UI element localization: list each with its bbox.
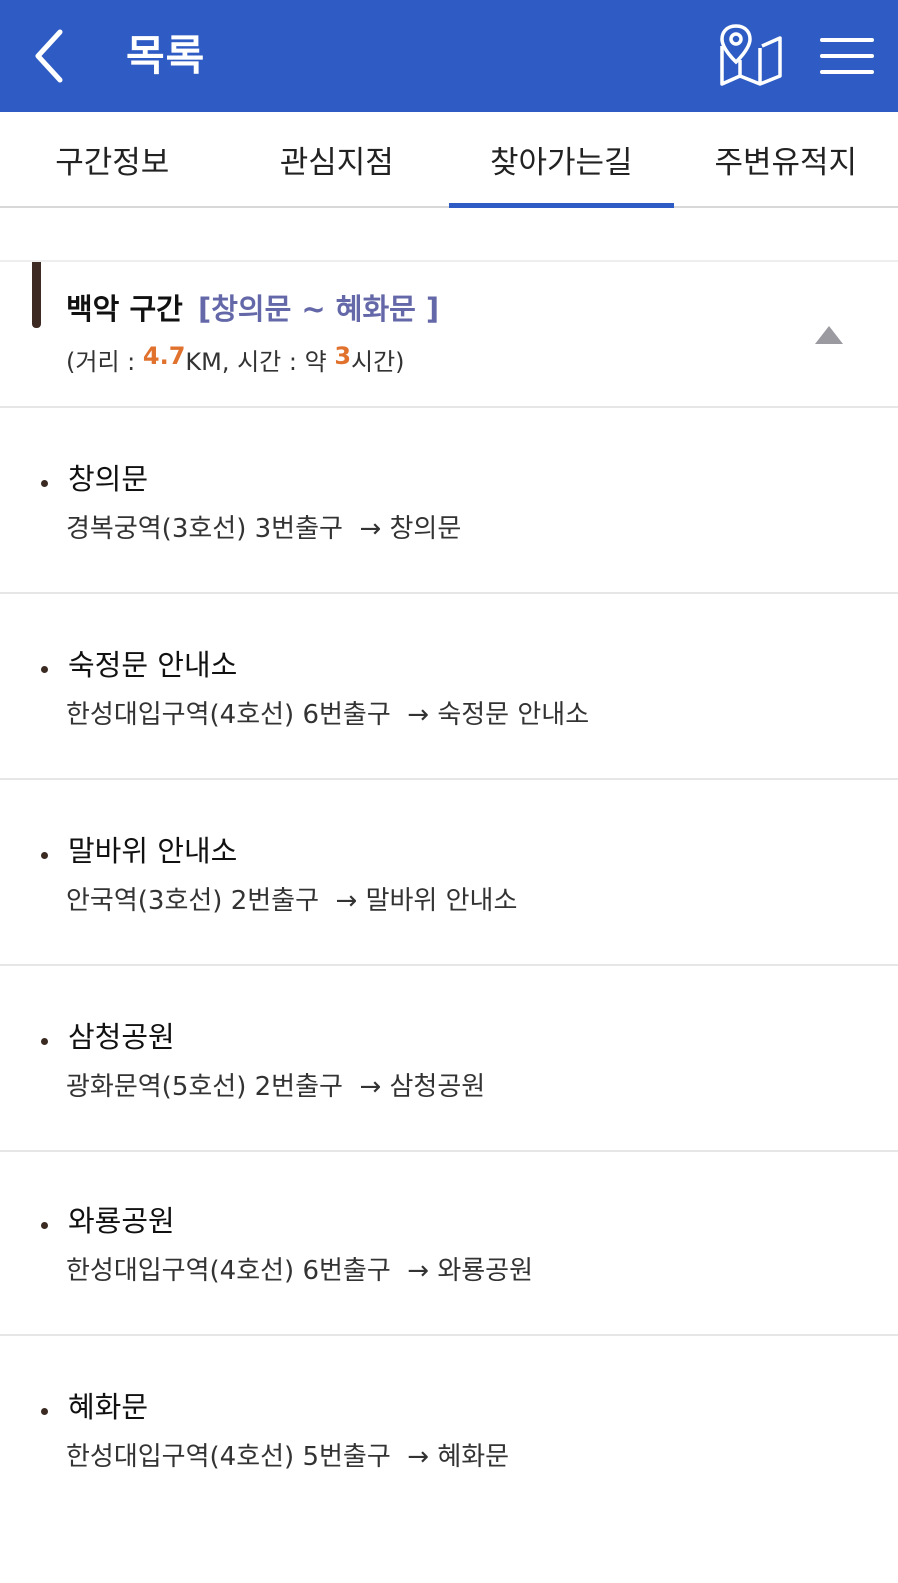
map-pin-icon bbox=[720, 24, 782, 86]
bullet bbox=[41, 1408, 48, 1415]
page-title: 목록 bbox=[126, 31, 206, 80]
route-name: 와룡공원 bbox=[68, 1204, 175, 1238]
bullet bbox=[41, 480, 48, 487]
list-item: 삼청공원 광화문역(5호선) 2번출구 → 삼청공원 bbox=[0, 966, 898, 1152]
bullet bbox=[41, 666, 48, 673]
time-value: 3 bbox=[334, 342, 352, 370]
distance-value: 4.7 bbox=[142, 342, 186, 370]
menu-button[interactable] bbox=[820, 34, 874, 78]
route-name: 창의문 bbox=[68, 462, 149, 496]
collapse-button[interactable] bbox=[812, 322, 846, 348]
section-name: 백악 구간 bbox=[66, 292, 183, 326]
triangle-up-icon bbox=[815, 326, 843, 344]
route-name: 말바위 안내소 bbox=[68, 834, 238, 868]
tab-directions[interactable]: 찾아가는길 bbox=[449, 112, 674, 208]
tab-nearby-sites[interactable]: 주변유적지 bbox=[674, 112, 898, 206]
route-directions: 한성대입구역(4호선) 5번출구 → 혜화문 bbox=[66, 1442, 510, 1472]
list-item: 말바위 안내소 안국역(3호선) 2번출구 → 말바위 안내소 bbox=[0, 780, 898, 966]
tab-points-of-interest[interactable]: 관심지점 bbox=[225, 112, 450, 206]
back-button[interactable] bbox=[28, 26, 78, 86]
section-range: [창의문 ~ 혜화문 ] bbox=[198, 292, 440, 326]
app-header: 목록 bbox=[0, 0, 898, 112]
route-name: 혜화문 bbox=[68, 1390, 149, 1424]
route-name: 삼청공원 bbox=[68, 1020, 175, 1054]
hamburger-menu-icon bbox=[820, 38, 874, 74]
route-directions: 광화문역(5호선) 2번출구 → 삼청공원 bbox=[66, 1072, 486, 1102]
bullet bbox=[41, 1038, 48, 1045]
list-item: 숙정문 안내소 한성대입구역(4호선) 6번출구 → 숙정문 안내소 bbox=[0, 594, 898, 780]
list-item: 창의문 경복궁역(3호선) 3번출구 → 창의문 bbox=[0, 408, 898, 594]
tab-bar: 구간정보 관심지점 찾아가는길 주변유적지 bbox=[0, 112, 898, 208]
bullet bbox=[41, 1222, 48, 1229]
info-prefix: (거리 : bbox=[66, 348, 143, 376]
map-button[interactable] bbox=[718, 22, 784, 88]
section-header[interactable]: 백악 구간 [창의문 ~ 혜화문 ] (거리 : 4.7 KM, 시간 : 약 3… bbox=[0, 262, 898, 408]
route-directions: 경복궁역(3호선) 3번출구 → 창의문 bbox=[66, 514, 462, 544]
list-item: 혜화문 한성대입구역(4호선) 5번출구 → 혜화문 bbox=[0, 1336, 898, 1522]
tab-section-info[interactable]: 구간정보 bbox=[0, 112, 225, 206]
bullet bbox=[41, 852, 48, 859]
route-directions: 한성대입구역(4호선) 6번출구 → 숙정문 안내소 bbox=[66, 700, 590, 730]
route-directions: 안국역(3호선) 2번출구 → 말바위 안내소 bbox=[66, 886, 518, 916]
route-directions: 한성대입구역(4호선) 6번출구 → 와룡공원 bbox=[66, 1256, 534, 1286]
time-suffix: 시간) bbox=[351, 348, 405, 376]
distance-unit: KM, 시간 : 약 bbox=[185, 348, 335, 376]
chevron-left-icon bbox=[35, 29, 63, 83]
route-name: 숙정문 안내소 bbox=[68, 648, 238, 682]
list-item: 와룡공원 한성대입구역(4호선) 6번출구 → 와룡공원 bbox=[0, 1150, 898, 1336]
section-info: (거리 : 4.7 KM, 시간 : 약 3 시간) bbox=[66, 342, 405, 377]
section-marker bbox=[32, 262, 41, 328]
